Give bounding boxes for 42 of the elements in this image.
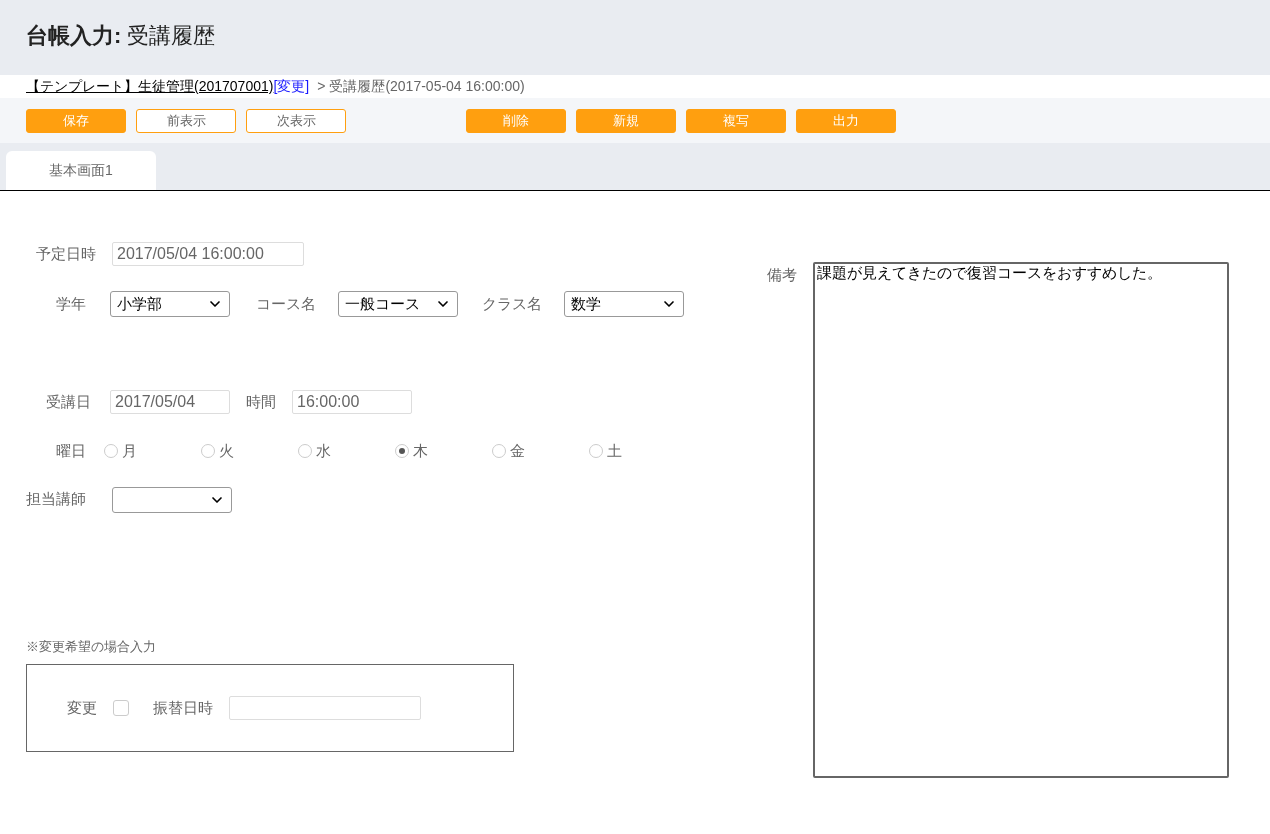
radio-label: 月 [122,441,137,461]
field-label: 振替日時 [153,697,213,718]
field-label: 予定日時 [36,243,96,264]
radio-label: 金 [510,441,525,461]
page-title: 台帳入力: 受講履歴 [26,22,216,50]
tab[interactable]: 基本画面1 [6,151,156,190]
radio-button[interactable] [298,444,312,459]
select-field[interactable] [112,486,232,513]
input-field[interactable] [229,696,421,720]
field-label: 学年 [56,293,87,314]
radio-label: 土 [607,441,622,461]
radio-button[interactable] [395,444,409,459]
input-field[interactable]: 2017/05/04 [110,390,230,414]
field-label: 担当講師 [26,489,87,510]
toolbar-button[interactable]: 次表示 [246,108,346,133]
radio-label: 火 [219,441,234,461]
select-field[interactable]: 数学 [564,291,684,317]
field-label: 備考 [767,265,797,285]
select-field[interactable]: 一般コース [338,291,458,317]
field-label: 曜日 [56,441,87,461]
breadcrumb-separator: > [317,77,326,96]
input-field[interactable]: 2017/05/04 16:00:00 [112,242,304,266]
checkbox[interactable] [113,700,129,716]
select-field[interactable]: 小学部 [110,291,230,317]
breadcrumb-link[interactable]: 【テンプレート】生徒管理(201707001) [26,76,274,97]
field-label: クラス名 [482,293,542,314]
change-link[interactable]: [変更] [273,76,310,97]
field-label: 受講日 [46,391,92,412]
field-label: 変更 [67,697,97,718]
radio-label: 木 [413,441,428,461]
toolbar-button[interactable]: 前表示 [136,108,236,133]
input-field[interactable]: 16:00:00 [292,390,412,414]
radio-label: 水 [316,441,331,461]
radio-button[interactable] [104,444,118,459]
radio-button[interactable] [201,444,215,459]
radio-button[interactable] [589,444,603,459]
remarks-field[interactable]: 課題が見えてきたので復習コースをおすすめした。 [813,262,1229,778]
field-label: コース名 [256,293,316,314]
note-text: ※変更希望の場合入力 [26,637,157,656]
field-label: 時間 [246,391,276,412]
breadcrumb-current: 受講履歴(2017-05-04 16:00:00) [329,77,525,96]
radio-button[interactable] [492,444,506,459]
